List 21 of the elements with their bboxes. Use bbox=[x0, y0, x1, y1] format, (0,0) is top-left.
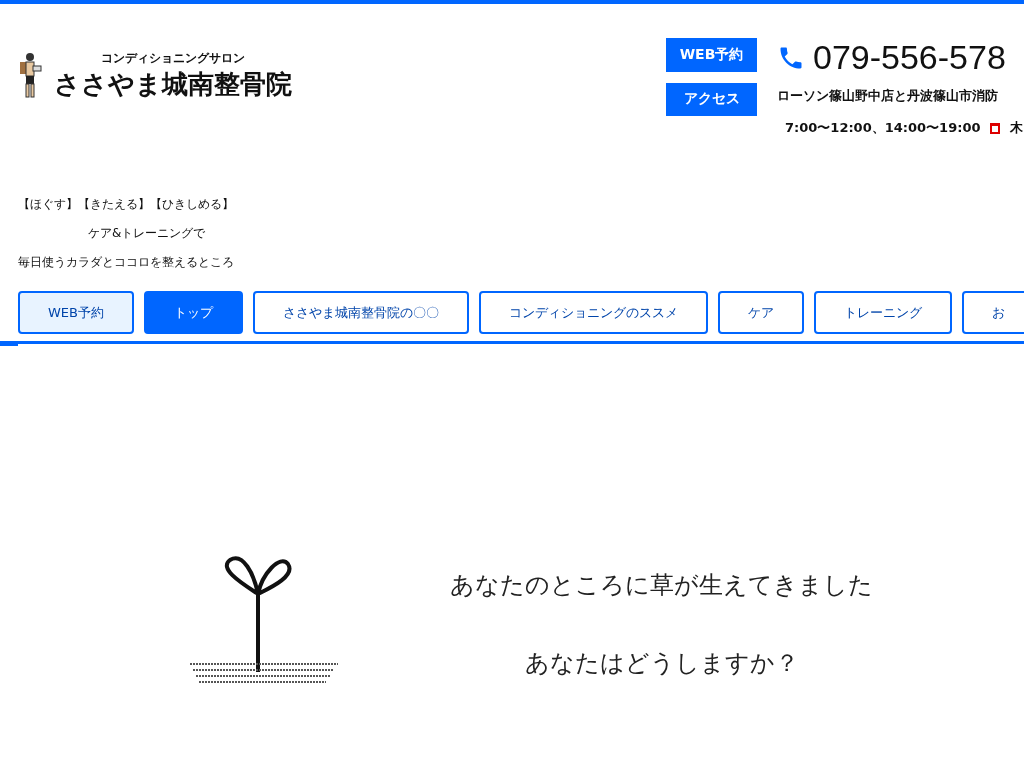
nav-tab[interactable]: ケア bbox=[718, 291, 804, 334]
access-button[interactable]: アクセス bbox=[666, 82, 757, 116]
tagline-text: 【ほぐす】【きたえる】【ひきしめる】 bbox=[18, 196, 235, 213]
nav-tab[interactable]: トレーニング bbox=[814, 291, 952, 334]
nav-tab[interactable]: お bbox=[962, 291, 1024, 334]
intro-text: あなたはどうしますか？ bbox=[524, 648, 799, 679]
address-text: ローソン篠山野中店と丹波篠山市消防 bbox=[777, 87, 999, 105]
nav-tab[interactable]: ささやま城南整骨院の〇〇 bbox=[253, 291, 469, 334]
nav-tab[interactable]: コンディショニングのススメ bbox=[479, 291, 708, 334]
tagline-text: ケア&トレーニングで bbox=[87, 225, 207, 242]
calendar-icon bbox=[990, 122, 1001, 134]
logo-subtitle: コンディショニングサロン bbox=[101, 50, 245, 67]
opening-hours: 7:00〜12:00、14:00〜19:00 bbox=[785, 119, 981, 137]
phone-number: 079-556-578 bbox=[813, 38, 1006, 77]
tagline-text: 毎日使うカラダとココロを整えるところ bbox=[18, 254, 235, 271]
intro-text: あなたのところに草が生えてきました bbox=[450, 570, 873, 601]
clinic-name: ささやま城南整骨院 bbox=[54, 68, 292, 101]
reserve-button[interactable]: WEB予約 bbox=[666, 38, 757, 72]
nav-tab[interactable]: WEB予約 bbox=[18, 291, 134, 334]
closed-day: 木 bbox=[1010, 119, 1024, 137]
nav-tab[interactable]: トップ bbox=[144, 291, 243, 334]
